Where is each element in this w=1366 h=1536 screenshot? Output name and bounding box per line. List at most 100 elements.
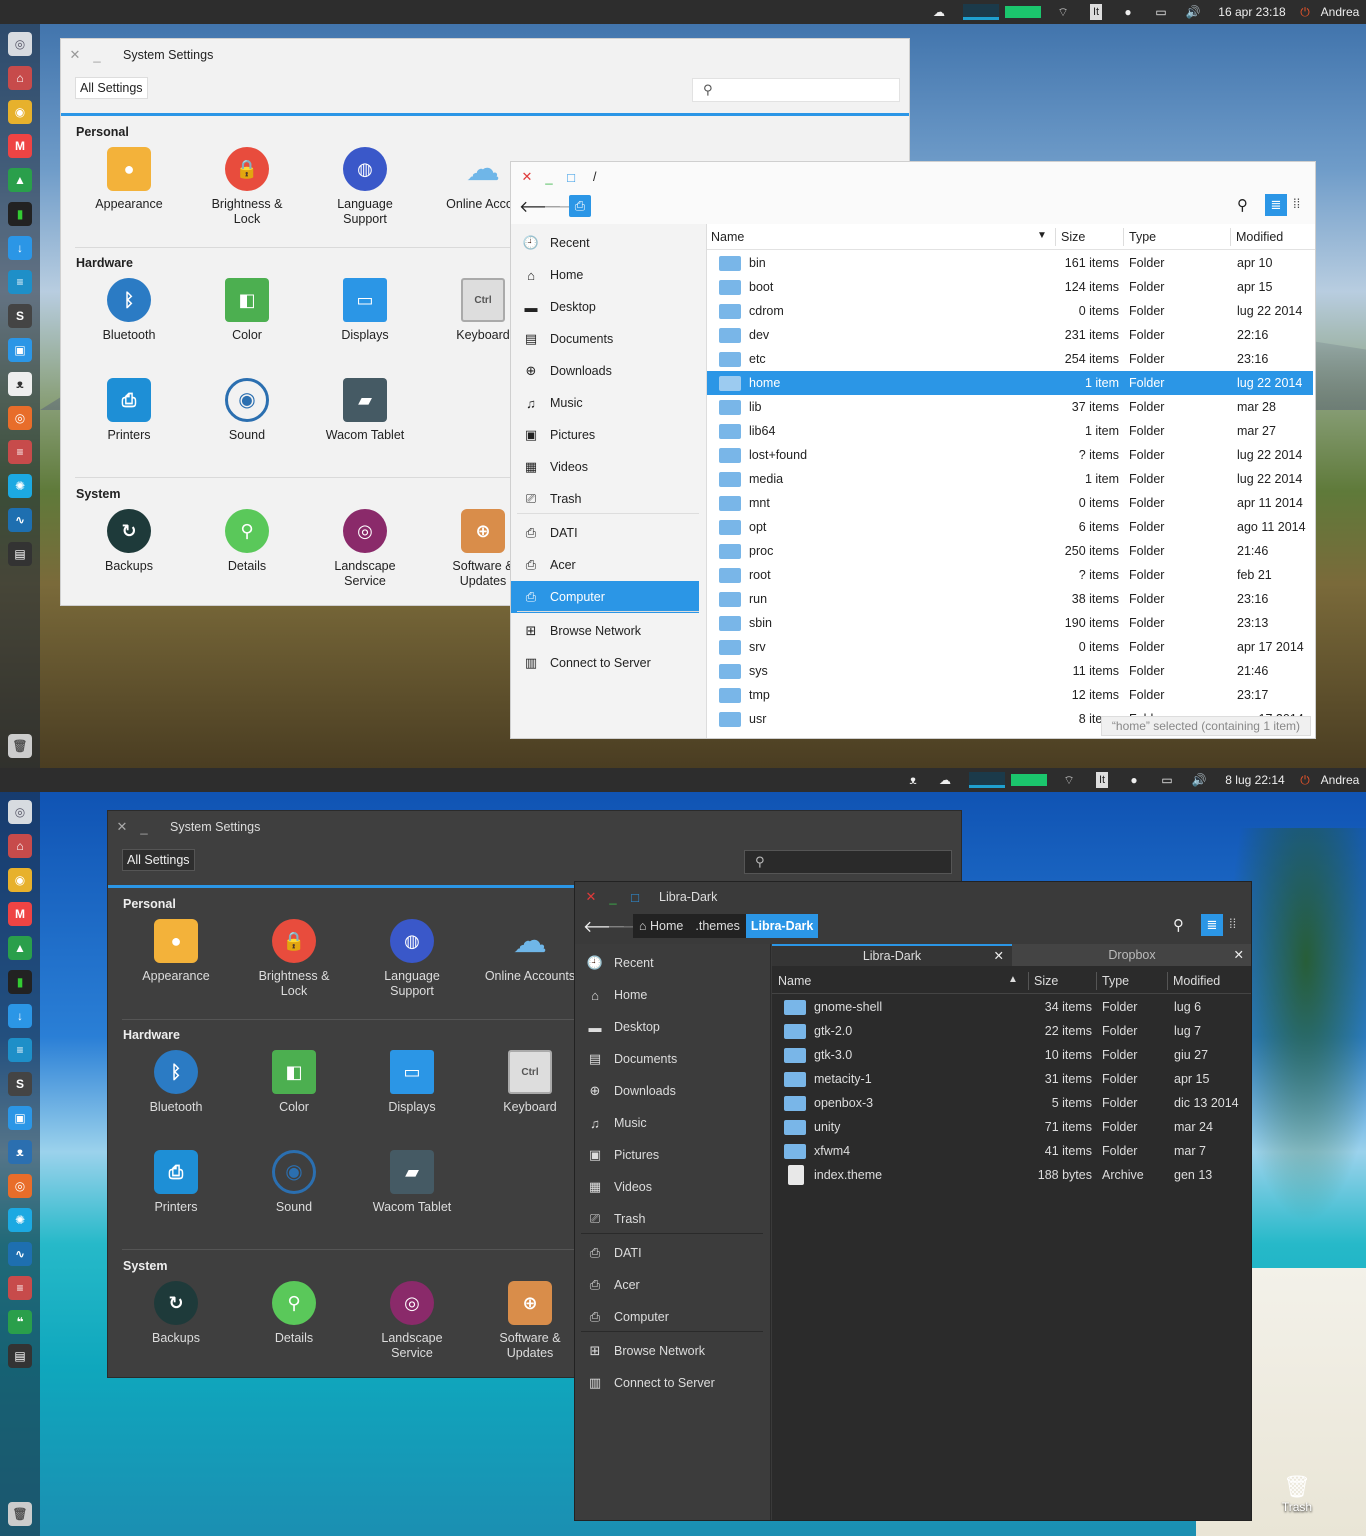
search-input[interactable]: ⚲ <box>692 78 900 102</box>
minimize-icon[interactable]: _ <box>136 820 152 835</box>
chrome-beta-icon[interactable]: ◉ <box>8 100 32 124</box>
sidebar-item-pictures[interactable]: ▣ Pictures <box>575 1139 763 1171</box>
settings-globe-item[interactable]: ◍ Language Support <box>305 147 425 227</box>
settings-printer-item[interactable]: ⎙ Printers <box>69 378 189 443</box>
settings-bluetooth-item[interactable]: ᛒ Bluetooth <box>69 278 189 343</box>
sidebar-item-dati[interactable]: ⎙ DATI <box>511 517 699 549</box>
maximize-icon[interactable]: □ <box>563 170 579 185</box>
keyboard-layout-indicator[interactable]: It <box>1086 0 1106 24</box>
mixer-icon[interactable]: ≡ <box>8 1038 32 1062</box>
settings-details-item[interactable]: ⚲ Details <box>187 509 307 574</box>
settings-color-item[interactable]: ◧ Color <box>187 278 307 343</box>
search-input[interactable]: ⚲ <box>744 850 952 874</box>
table-row[interactable]: dev 231 items Folder 22:16 <box>707 323 1313 347</box>
weather-icon[interactable]: ✺ <box>8 1208 32 1232</box>
settings-display-item[interactable]: ▭ Displays <box>305 278 425 343</box>
settings-lock-item[interactable]: 🔒 Brightness & Lock <box>234 919 354 999</box>
sidebar-item-trash[interactable]: ⎚ Trash <box>511 483 699 515</box>
settings-appearance-item[interactable]: ● Appearance <box>116 919 236 984</box>
maximize-icon[interactable]: □ <box>627 890 643 905</box>
breadcrumb-current[interactable]: Libra-Dark <box>745 914 819 938</box>
clock[interactable]: 16 apr 23:18 <box>1212 0 1292 24</box>
column-size[interactable]: Size <box>1055 224 1085 250</box>
settings-bluetooth-item[interactable]: ᛒ Bluetooth <box>116 1050 236 1115</box>
column-name[interactable]: Name <box>778 968 811 994</box>
breadcrumb-home[interactable]: ⌂ Home <box>633 919 689 933</box>
table-row[interactable]: metacity-1 31 items Folder apr 15 <box>772 1067 1250 1091</box>
files-launcher-icon[interactable]: ⌂ <box>8 834 32 858</box>
table-row[interactable]: lib64 1 item Folder mar 27 <box>707 419 1313 443</box>
table-row[interactable]: gtk-3.0 10 items Folder giu 27 <box>772 1043 1250 1067</box>
grid-view-icon[interactable]: ⁞⁞ <box>1229 916 1236 931</box>
search-icon[interactable]: ⚲ <box>1237 196 1248 214</box>
breadcrumb-themes[interactable]: .themes <box>689 919 745 933</box>
sidebar-item-connect-to-server[interactable]: ▥ Connect to Server <box>575 1367 763 1399</box>
table-row[interactable]: mnt 0 items Folder apr 11 2014 <box>707 491 1313 515</box>
workspace-icon[interactable]: ▤ <box>8 542 32 566</box>
table-row[interactable]: media 1 item Folder lug 22 2014 <box>707 467 1313 491</box>
network-graph[interactable] <box>1004 0 1042 24</box>
sort-ascending-icon[interactable]: ▲ <box>1008 974 1018 985</box>
settings-software-item[interactable]: ⊕ Software & Updates <box>470 1281 590 1361</box>
close-icon[interactable]: ✕ <box>67 47 83 63</box>
sidebar-item-computer[interactable]: ⎙ Computer <box>575 1301 763 1333</box>
drive-icon[interactable]: ▲ <box>8 936 32 960</box>
desktop-trash[interactable]: 🗑 Trash <box>1280 1474 1314 1514</box>
sidebar-item-home[interactable]: ⌂ Home <box>575 979 763 1011</box>
table-row[interactable]: cdrom 0 items Folder lug 22 2014 <box>707 299 1313 323</box>
minimize-icon[interactable]: _ <box>541 170 557 185</box>
list-view-icon[interactable]: ≣ <box>1265 194 1287 216</box>
settings-sound-item[interactable]: ◉ Sound <box>187 378 307 443</box>
column-modified[interactable]: Modified <box>1167 968 1220 994</box>
media-icon[interactable]: ◎ <box>8 406 32 430</box>
table-row[interactable]: openbox-3 5 items Folder dic 13 2014 <box>772 1091 1250 1115</box>
settings-details-item[interactable]: ⚲ Details <box>234 1281 354 1346</box>
clock[interactable]: 8 lug 22:14 <box>1220 768 1290 792</box>
download-icon[interactable]: ↓ <box>8 236 32 260</box>
sidebar-item-acer[interactable]: ⎙ Acer <box>511 549 699 581</box>
wifi-icon[interactable]: ⌔ <box>1052 0 1074 24</box>
sidebar-item-downloads[interactable]: ⊕ Downloads <box>575 1075 763 1107</box>
volume-icon[interactable]: 🔊 <box>1182 0 1204 24</box>
settings-sound-item[interactable]: ◉ Sound <box>234 1150 354 1215</box>
table-row[interactable]: srv 0 items Folder apr 17 2014 <box>707 635 1313 659</box>
weather-icon[interactable]: ✺ <box>8 474 32 498</box>
column-modified[interactable]: Modified <box>1230 224 1283 250</box>
grid-view-icon[interactable]: ⁞⁞ <box>1293 196 1300 211</box>
settings-appearance-item[interactable]: ● Appearance <box>69 147 189 212</box>
settings-tablet-item[interactable]: ▰ Wacom Tablet <box>352 1150 472 1215</box>
messaging-icon[interactable]: ● <box>1118 0 1138 24</box>
settings-backup-item[interactable]: ↻ Backups <box>69 509 189 574</box>
sidebar-item-pictures[interactable]: ▣ Pictures <box>511 419 699 451</box>
column-type[interactable]: Type <box>1096 968 1129 994</box>
table-row[interactable]: opt 6 items Folder ago 11 2014 <box>707 515 1313 539</box>
table-row[interactable]: lib 37 items Folder mar 28 <box>707 395 1313 419</box>
user-name[interactable]: Andrea <box>1316 768 1364 792</box>
terminal-icon[interactable]: ▮ <box>8 970 32 994</box>
minimize-icon[interactable]: _ <box>605 890 621 905</box>
chrome-beta-icon[interactable]: ◉ <box>8 868 32 892</box>
close-tab-icon[interactable]: ✕ <box>1234 944 1244 966</box>
sort-descending-icon[interactable]: ▼ <box>1037 230 1047 241</box>
computer-path-button[interactable]: ⎙ <box>569 195 591 217</box>
settings-landscape-item[interactable]: ◎ Landscape Service <box>305 509 425 589</box>
settings-keyboard-item[interactable]: Ctrl Keyboard <box>470 1050 590 1115</box>
sidebar-item-documents[interactable]: ▤ Documents <box>575 1043 763 1075</box>
volume-icon[interactable]: 🔊 <box>1188 768 1210 792</box>
tab-dropbox[interactable]: Dropbox ✕ <box>1012 944 1251 966</box>
settings-lock-item[interactable]: 🔒 Brightness & Lock <box>187 147 307 227</box>
download-icon[interactable]: ↓ <box>8 1004 32 1028</box>
sidebar-item-computer[interactable]: ⎙ Computer <box>511 581 699 613</box>
cat-icon[interactable]: ᴥ <box>8 1140 32 1164</box>
workspace-icon[interactable]: ▤ <box>8 1344 32 1368</box>
table-row[interactable]: root ? items Folder feb 21 <box>707 563 1313 587</box>
sidebar-item-desktop[interactable]: ▬ Desktop <box>575 1011 763 1043</box>
media-icon[interactable]: ◎ <box>8 1174 32 1198</box>
tab-libra-dark[interactable]: Libra-Dark ✕ <box>772 944 1012 966</box>
table-row[interactable]: run 38 items Folder 23:16 <box>707 587 1313 611</box>
cat-icon[interactable]: ᴥ <box>8 372 32 396</box>
table-row[interactable]: home 1 item Folder lug 22 2014 <box>707 371 1313 395</box>
sidebar-item-connect-to-server[interactable]: ▥ Connect to Server <box>511 647 699 679</box>
steam-icon[interactable]: S <box>8 304 32 328</box>
sidebar-item-browse-network[interactable]: ⊞ Browse Network <box>511 615 699 647</box>
